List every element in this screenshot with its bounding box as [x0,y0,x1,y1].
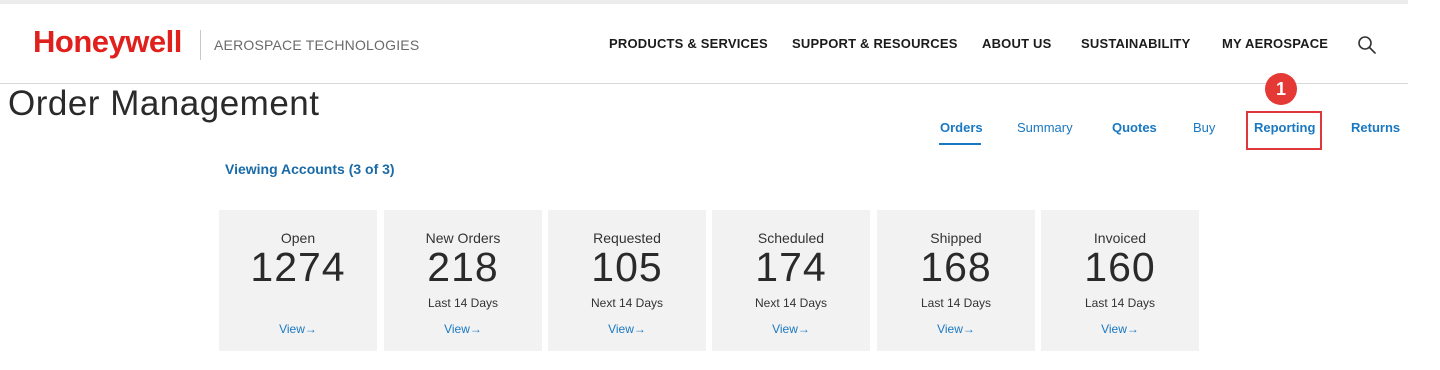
nav-my-aerospace[interactable]: MY AEROSPACE [1222,36,1328,51]
card-period: Last 14 Days [427,296,499,310]
card-view-link[interactable]: View→ [384,322,542,336]
status-card-open: Open 1274 View→ [219,210,377,351]
tab-quotes[interactable]: Quotes [1112,120,1157,135]
logo-divider [200,30,201,60]
card-period: Next 14 Days [754,296,828,310]
viewing-accounts-link[interactable]: Viewing Accounts (3 of 3) [225,161,395,177]
search-icon[interactable] [1356,34,1378,56]
tab-active-underline [939,143,981,145]
tab-returns[interactable]: Returns [1351,120,1400,135]
card-view-link[interactable]: View→ [219,322,377,336]
card-period: Next 14 Days [590,296,664,310]
card-view-link[interactable]: View→ [712,322,870,336]
nav-about-us[interactable]: ABOUT US [982,36,1052,51]
step-marker: 1 [1265,73,1297,105]
card-value: 174 [755,244,827,290]
status-card-invoiced: Invoiced 160 Last 14 Days View→ [1041,210,1199,351]
tab-summary[interactable]: Summary [1017,120,1073,135]
card-value: 105 [591,244,663,290]
honeywell-logo[interactable]: Honeywell [33,24,182,60]
card-period: Last 14 Days [1084,296,1156,310]
page-title: Order Management [8,84,320,123]
card-view-link[interactable]: View→ [548,322,706,336]
reporting-highlight-box [1246,111,1322,150]
card-view-link[interactable]: View→ [1041,322,1199,336]
nav-support-resources[interactable]: SUPPORT & RESOURCES [792,36,958,51]
status-card-requested: Requested 105 Next 14 Days View→ [548,210,706,351]
card-value: 218 [427,244,499,290]
status-card-new-orders: New Orders 218 Last 14 Days View→ [384,210,542,351]
tab-orders[interactable]: Orders [940,120,983,135]
site-header: Honeywell AEROSPACE TECHNOLOGIES PRODUCT… [0,4,1408,84]
status-card-shipped: Shipped 168 Last 14 Days View→ [877,210,1035,351]
nav-products-services[interactable]: PRODUCTS & SERVICES [609,36,768,51]
division-name: AEROSPACE TECHNOLOGIES [214,37,420,53]
card-period: Last 14 Days [920,296,992,310]
card-value: 1274 [250,244,346,290]
status-card-scheduled: Scheduled 174 Next 14 Days View→ [712,210,870,351]
card-value: 168 [920,244,992,290]
card-view-link[interactable]: View→ [877,322,1035,336]
card-value: 160 [1084,244,1156,290]
nav-sustainability[interactable]: SUSTAINABILITY [1081,36,1190,51]
tab-buy[interactable]: Buy [1193,120,1215,135]
